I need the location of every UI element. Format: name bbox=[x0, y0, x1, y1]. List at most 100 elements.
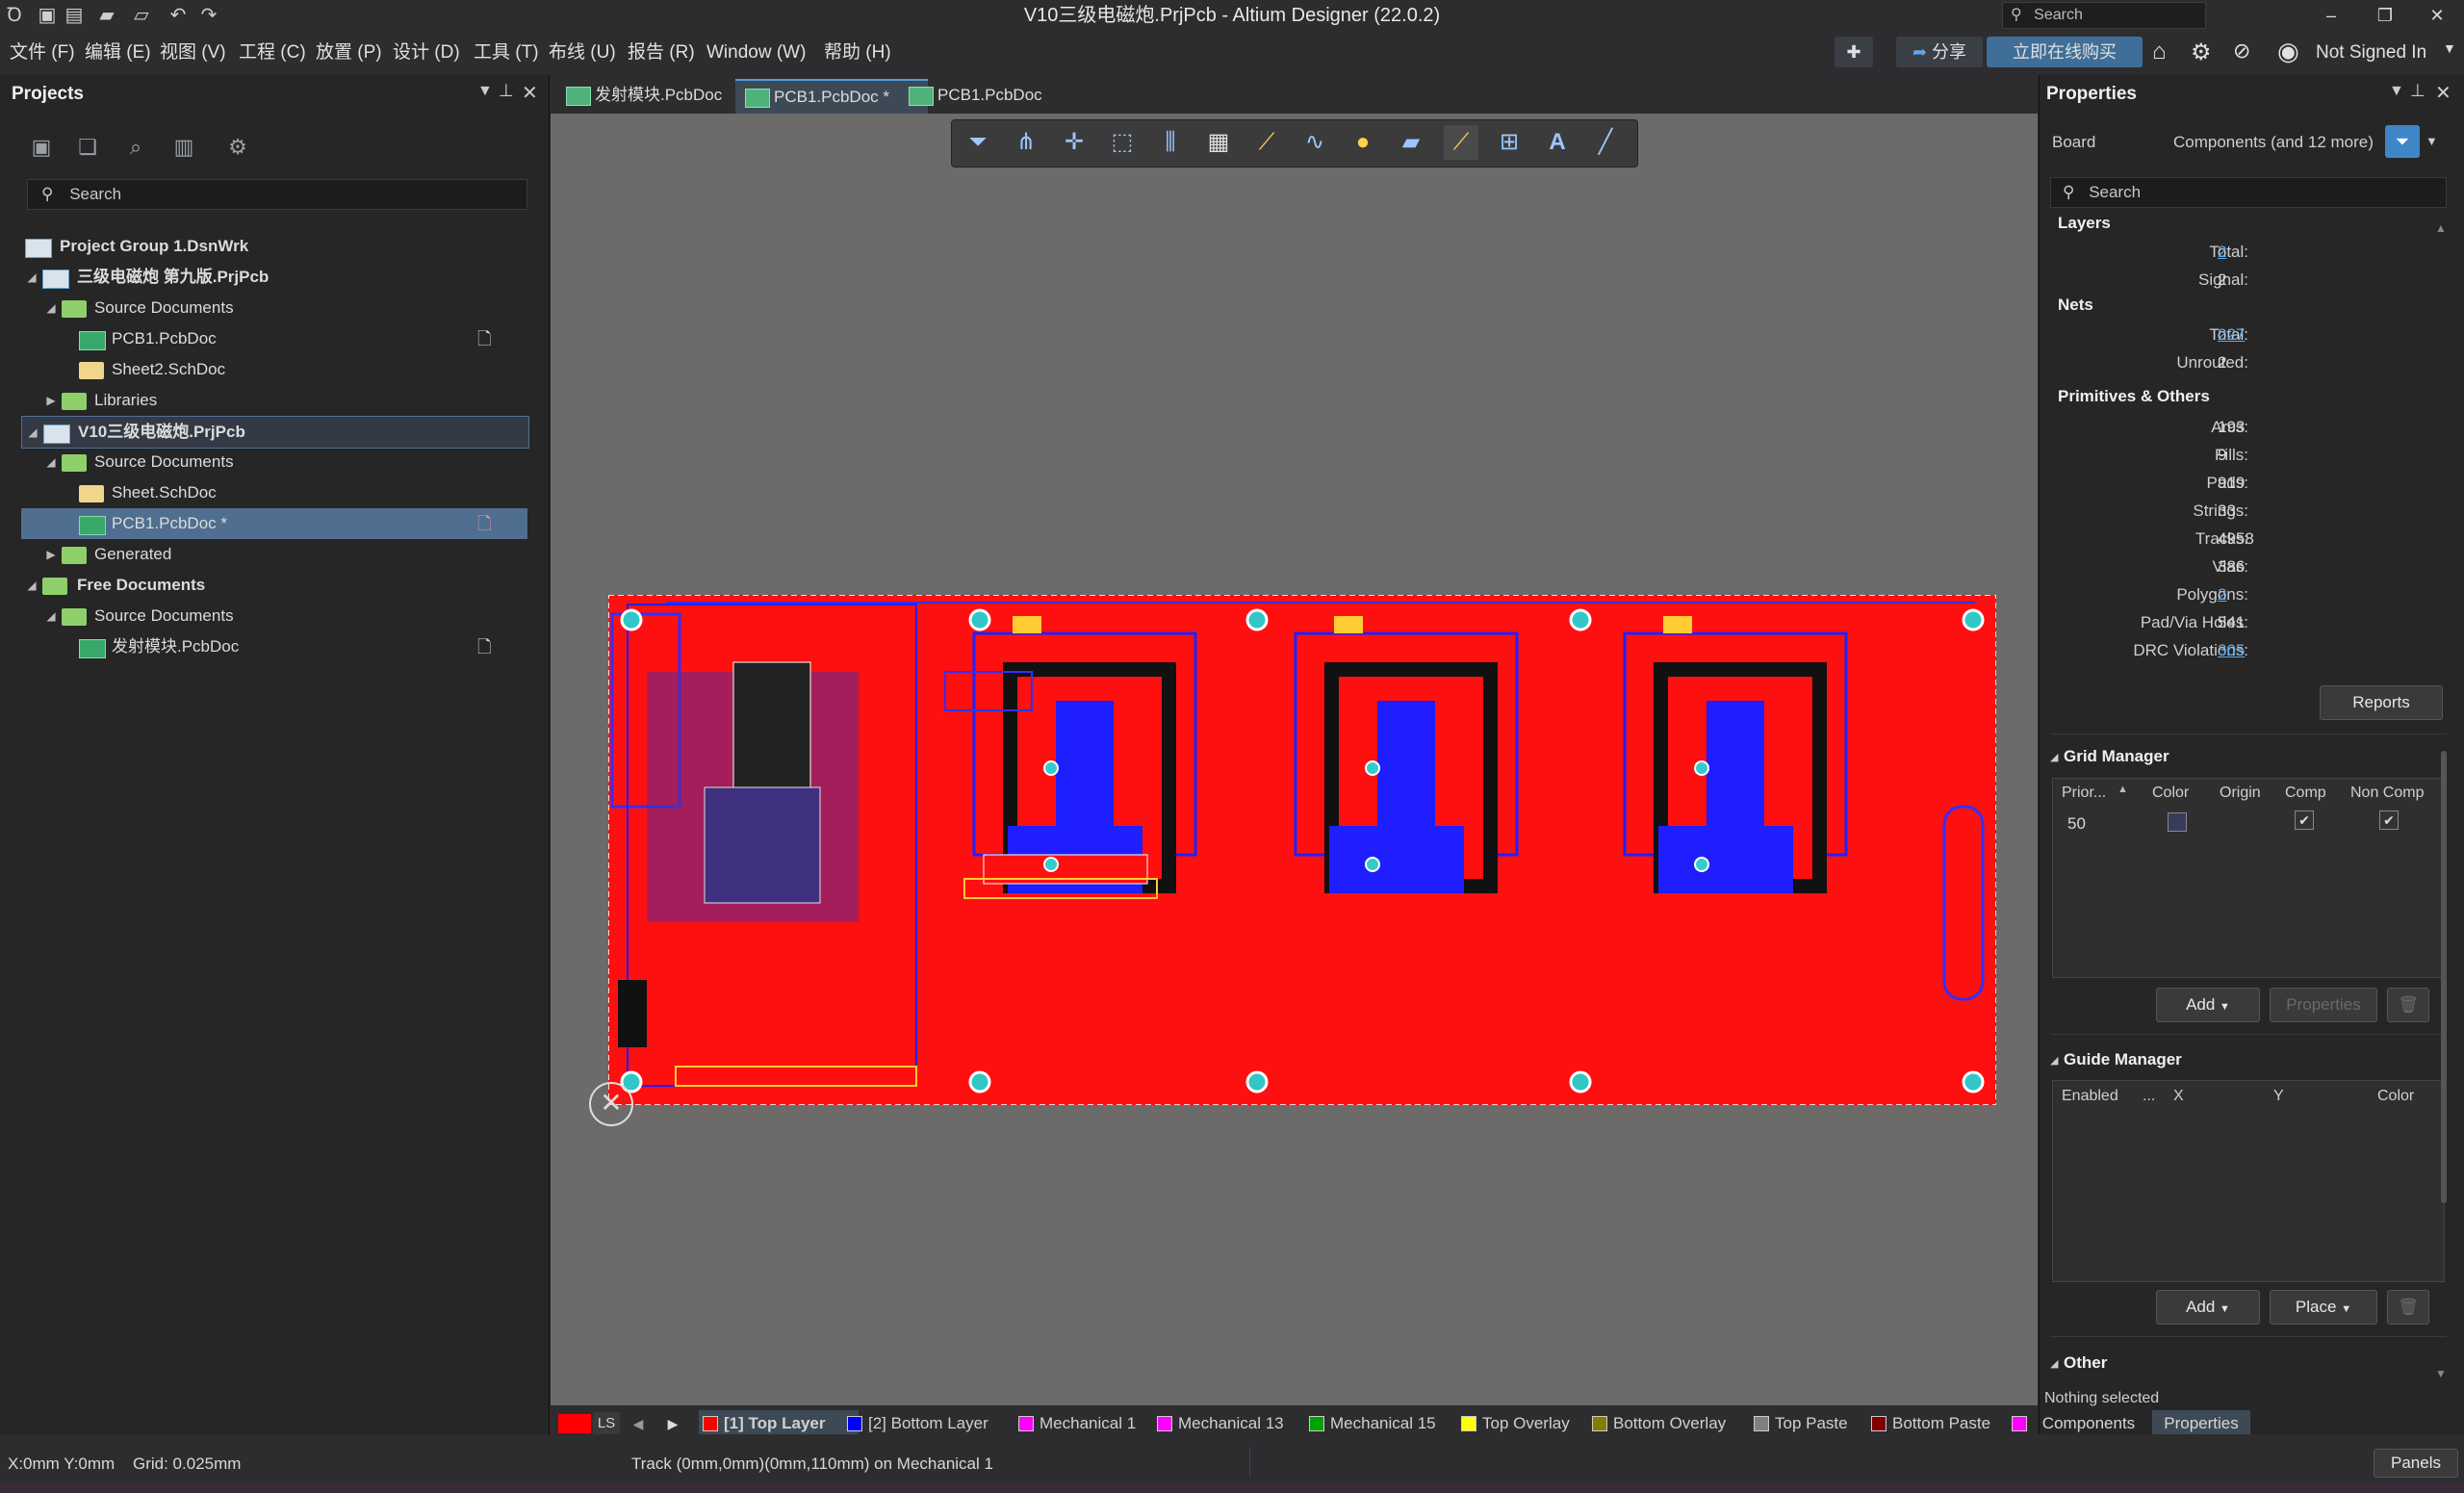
grid-priority-value[interactable]: 50 bbox=[2067, 814, 2086, 834]
find-file-icon[interactable]: ⌕ bbox=[119, 131, 152, 164]
tab-pcb1[interactable]: PCB1.PcbDoc bbox=[899, 79, 1091, 112]
menu-tools[interactable]: 工具 (T) bbox=[474, 39, 539, 67]
tree-project-group[interactable]: Project Group 1.DsnWrk bbox=[21, 231, 527, 262]
component-icon[interactable]: ▦ bbox=[1201, 125, 1236, 160]
pin-icon[interactable]: ⊥ bbox=[2410, 81, 2426, 101]
layer-scroll-left-icon[interactable]: ◀ bbox=[628, 1412, 649, 1435]
save-project-icon[interactable]: ▣ bbox=[25, 131, 58, 164]
string-icon[interactable]: A bbox=[1540, 125, 1575, 160]
select-area-icon[interactable]: ⬚ bbox=[1105, 125, 1140, 160]
layer-scroll-right-icon[interactable]: ▶ bbox=[662, 1412, 683, 1435]
current-layer-color[interactable] bbox=[558, 1414, 591, 1433]
user-menu-chevron-icon[interactable]: ▼ bbox=[2443, 40, 2456, 56]
notifications-off-icon[interactable]: ⊘ bbox=[2233, 39, 2250, 64]
collapse-arrow-icon[interactable]: ◢ bbox=[25, 262, 38, 293]
menu-reports[interactable]: 报告 (R) bbox=[628, 39, 695, 67]
close-panel-icon[interactable]: ✕ bbox=[522, 81, 538, 105]
panel-menu-chevron-icon[interactable]: ▼ bbox=[2389, 83, 2404, 100]
layer-tab-mechanical-1[interactable]: Mechanical 1 bbox=[1014, 1410, 1168, 1437]
tab-launch-module[interactable]: 发射模块.PcbDoc bbox=[556, 79, 764, 112]
grid-col-noncomp[interactable]: Non Comp bbox=[2350, 780, 2424, 807]
noncomp-checkbox[interactable]: ✔ bbox=[2379, 811, 2399, 830]
chat-icon[interactable]: ✚ bbox=[1835, 37, 1873, 67]
layer-tab-bottom-overlay[interactable]: Bottom Overlay bbox=[1588, 1410, 1758, 1437]
filter-icon[interactable]: ⏷ bbox=[961, 125, 995, 160]
panel-menu-chevron-icon[interactable]: ▼ bbox=[477, 83, 493, 100]
panel-tab-properties[interactable]: Properties bbox=[2152, 1410, 2250, 1437]
expand-arrow-icon[interactable]: ▶ bbox=[44, 539, 58, 570]
route-icon[interactable]: ⟋ bbox=[1249, 125, 1284, 160]
project-options-icon[interactable]: ▥ bbox=[167, 131, 200, 164]
copy-documents-icon[interactable]: ❏ bbox=[71, 131, 104, 164]
guide-col-more[interactable]: ... bbox=[2143, 1083, 2155, 1110]
panel-settings-gear-icon[interactable]: ⚙ bbox=[221, 131, 254, 164]
menu-help[interactable]: 帮助 (H) bbox=[824, 39, 891, 67]
menu-place[interactable]: 放置 (P) bbox=[316, 39, 382, 67]
polygons-link[interactable]: 2 bbox=[2218, 585, 2226, 605]
align-icon[interactable]: ⫼ bbox=[1153, 125, 1188, 160]
grid-size[interactable]: Grid: 0.025mm bbox=[133, 1454, 241, 1474]
snap-icon[interactable]: ⋔ bbox=[1009, 125, 1043, 160]
grid-col-comp[interactable]: Comp bbox=[2285, 780, 2326, 807]
close-window-button[interactable]: ✕ bbox=[2410, 0, 2464, 31]
user-icon[interactable]: ◉ bbox=[2277, 37, 2299, 66]
guide-place-button[interactable]: Place ▼ bbox=[2270, 1290, 2377, 1325]
line-icon[interactable]: ╱ bbox=[1588, 125, 1623, 160]
collapse-arrow-icon[interactable]: ◢ bbox=[2050, 1357, 2058, 1370]
crosshair-icon[interactable]: ✛ bbox=[1057, 125, 1091, 160]
grid-col-color[interactable]: Color bbox=[2152, 780, 2189, 807]
guide-col-color[interactable]: Color bbox=[2377, 1083, 2414, 1110]
buy-online-button[interactable]: 立即在线购买 bbox=[1987, 37, 2143, 67]
tree-libraries[interactable]: ▶ Libraries bbox=[21, 385, 527, 416]
properties-search-input[interactable]: ⚲ Search bbox=[2050, 177, 2447, 208]
tree-source-documents[interactable]: ◢ Source Documents bbox=[21, 601, 527, 631]
pcb-board[interactable] bbox=[608, 595, 1996, 1105]
close-panel-icon[interactable]: ✕ bbox=[2435, 81, 2451, 105]
guide-col-y[interactable]: Y bbox=[2273, 1083, 2284, 1110]
global-search[interactable]: ⚲ Search bbox=[2002, 2, 2206, 29]
filter-dropdown-chevron-icon[interactable]: ▼ bbox=[2426, 125, 2445, 158]
collapse-arrow-icon[interactable]: ◢ bbox=[44, 601, 58, 631]
grid-color-swatch[interactable] bbox=[2168, 812, 2187, 832]
track-icon[interactable]: ⟋ bbox=[1444, 125, 1478, 160]
layer-set-button[interactable]: LS bbox=[593, 1412, 620, 1435]
drc-violations-link[interactable]: 305 bbox=[2218, 641, 2245, 660]
tree-source-documents[interactable]: ◢ Source Documents bbox=[21, 293, 527, 323]
comp-checkbox[interactable]: ✔ bbox=[2295, 811, 2314, 830]
layer-tab-mechanical-13[interactable]: Mechanical 13 bbox=[1153, 1410, 1319, 1437]
collapse-arrow-icon[interactable]: ◢ bbox=[2050, 1054, 2058, 1067]
tree-source-documents[interactable]: ◢ Source Documents bbox=[21, 447, 527, 477]
interactive-diff-pair-icon[interactable]: ∿ bbox=[1297, 125, 1332, 160]
grid-delete-trash-icon[interactable]: 🗑 bbox=[2387, 988, 2429, 1022]
layer-tab-top-overlay[interactable]: Top Overlay bbox=[1457, 1410, 1602, 1437]
menu-edit[interactable]: 编辑 (E) bbox=[85, 39, 151, 67]
collapse-arrow-icon[interactable]: ◢ bbox=[44, 447, 58, 477]
pin-icon[interactable]: ⊥ bbox=[499, 81, 514, 101]
guide-delete-trash-icon[interactable]: 🗑 bbox=[2387, 1290, 2429, 1325]
collapse-arrow-icon[interactable]: ◢ bbox=[25, 570, 38, 601]
tree-generated[interactable]: ▶ Generated bbox=[21, 539, 527, 570]
filter-icon[interactable]: ⏷ bbox=[2385, 125, 2420, 158]
guide-col-enabled[interactable]: Enabled bbox=[2062, 1083, 2118, 1110]
menu-view[interactable]: 视图 (V) bbox=[160, 39, 226, 67]
gear-icon[interactable]: ⚙ bbox=[2191, 39, 2212, 66]
tree-doc-sheet[interactable]: Sheet.SchDoc bbox=[21, 477, 527, 508]
layer-tab-bottom-paste[interactable]: Bottom Paste bbox=[1867, 1410, 2027, 1437]
grid-add-button[interactable]: Add ▼ bbox=[2156, 988, 2260, 1022]
panels-button[interactable]: Panels bbox=[2374, 1449, 2458, 1478]
layer-tab-top-paste[interactable]: Top Paste bbox=[1750, 1410, 1883, 1437]
layer-tab-bottom[interactable]: [2] Bottom Layer bbox=[843, 1410, 1034, 1437]
projects-search-input[interactable]: ⚲ Search bbox=[27, 179, 527, 210]
grid-col-priority[interactable]: Prior... bbox=[2062, 780, 2106, 807]
menu-window[interactable]: Window (W) bbox=[706, 39, 806, 67]
layers-total-link[interactable]: 2 bbox=[2218, 243, 2226, 262]
user-status[interactable]: Not Signed In bbox=[2316, 39, 2426, 67]
guide-add-button[interactable]: Add ▼ bbox=[2156, 1290, 2260, 1325]
tree-doc-pcb1-modified[interactable]: PCB1.PcbDoc * 🗋 bbox=[21, 508, 527, 539]
minimize-button[interactable]: – bbox=[2304, 0, 2358, 31]
object-filter-label[interactable]: Components (and 12 more) bbox=[2173, 133, 2374, 152]
restore-button[interactable]: ❐ bbox=[2358, 0, 2412, 31]
tree-doc-launch-module[interactable]: 发射模块.PcbDoc 🗋 bbox=[21, 631, 527, 662]
tree-doc-sheet2[interactable]: Sheet2.SchDoc bbox=[21, 354, 527, 385]
reports-button[interactable]: Reports bbox=[2320, 685, 2443, 720]
